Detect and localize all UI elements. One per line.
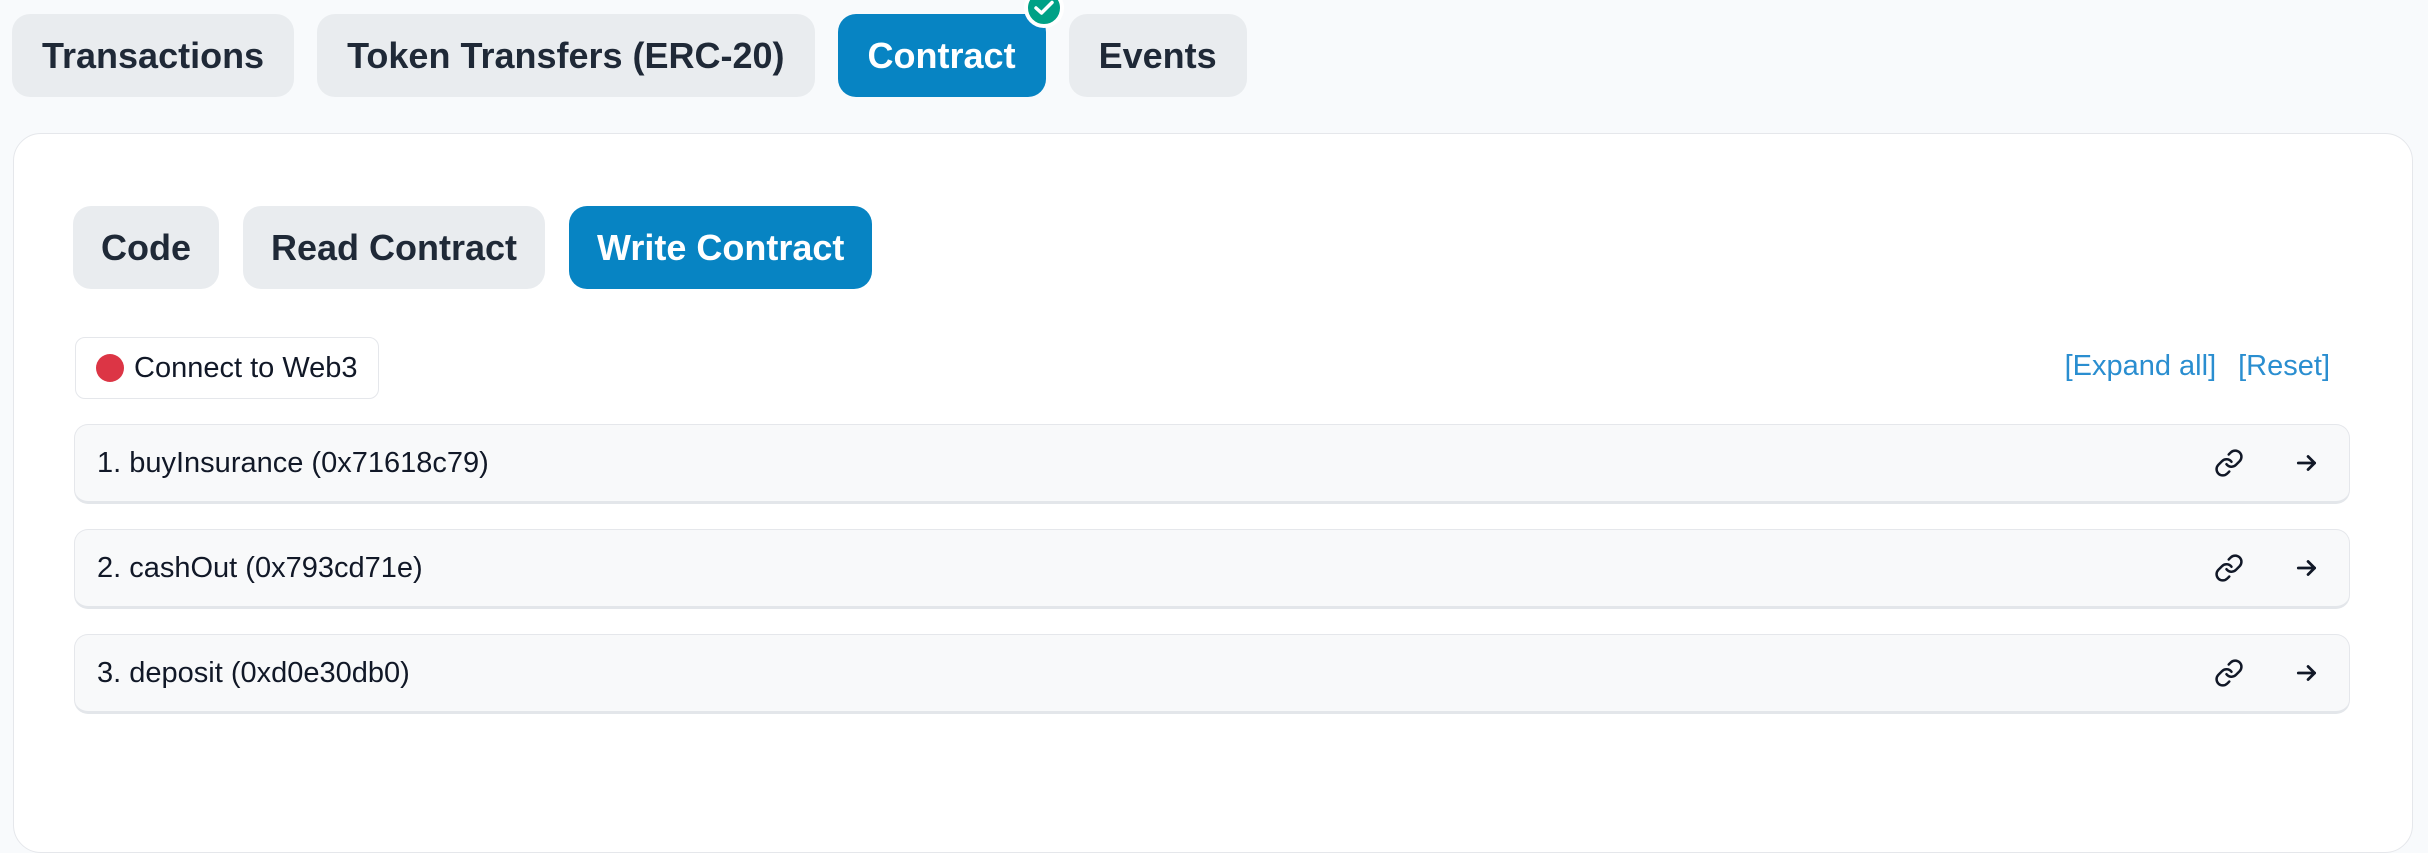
contract-sub-tab-bar: Code Read Contract Write Contract <box>73 206 873 289</box>
tab-contract[interactable]: Contract <box>837 0 1064 97</box>
disconnected-status-icon <box>96 354 124 382</box>
function-label: 2. cashOut (0x793cd71e) <box>97 551 423 584</box>
write-function-list: 1. buyInsurance (0x71618c79) 2. cashOut … <box>74 424 2350 739</box>
arrow-right-icon[interactable] <box>2287 653 2327 693</box>
tab-transactions[interactable]: Transactions <box>12 14 295 97</box>
tab-token-transfers[interactable]: Token Transfers (ERC-20) <box>317 14 815 97</box>
tab-label: Contract <box>867 34 1016 76</box>
function-label: 1. buyInsurance (0x71618c79) <box>97 446 489 479</box>
arrow-right-icon[interactable] <box>2287 443 2327 483</box>
reset-link[interactable]: [Reset] <box>2238 350 2330 383</box>
function-row[interactable]: 1. buyInsurance (0x71618c79) <box>74 424 2350 504</box>
contract-card: Code Read Contract Write Contract Connec… <box>13 133 2413 853</box>
top-tab-bar: Transactions Token Transfers (ERC-20) Co… <box>12 0 1247 97</box>
tab-label: Events <box>1098 34 1217 76</box>
tab-label: Write Contract <box>597 226 845 268</box>
check-circle-icon <box>1023 0 1064 28</box>
function-label: 3. deposit (0xd0e30db0) <box>97 656 410 689</box>
tab-events[interactable]: Events <box>1068 14 1247 97</box>
function-row[interactable]: 3. deposit (0xd0e30db0) <box>74 634 2350 714</box>
connect-label: Connect to Web3 <box>134 351 358 384</box>
arrow-right-icon[interactable] <box>2287 548 2327 588</box>
link-icon[interactable] <box>2209 548 2249 588</box>
link-icon[interactable] <box>2209 443 2249 483</box>
tab-write-contract[interactable]: Write Contract <box>569 206 873 289</box>
tab-label: Code <box>101 226 191 268</box>
tab-read-contract[interactable]: Read Contract <box>243 206 546 289</box>
function-row[interactable]: 2. cashOut (0x793cd71e) <box>74 529 2350 609</box>
link-icon[interactable] <box>2209 653 2249 693</box>
tab-label: Read Contract <box>271 226 518 268</box>
tab-label: Token Transfers (ERC-20) <box>347 34 785 76</box>
expand-all-link[interactable]: [Expand all] <box>2065 350 2217 383</box>
function-actions: [Expand all] [Reset] <box>2065 350 2330 383</box>
tab-label: Transactions <box>42 34 265 76</box>
tab-code[interactable]: Code <box>73 206 219 289</box>
connect-web3-button[interactable]: Connect to Web3 <box>75 337 379 399</box>
